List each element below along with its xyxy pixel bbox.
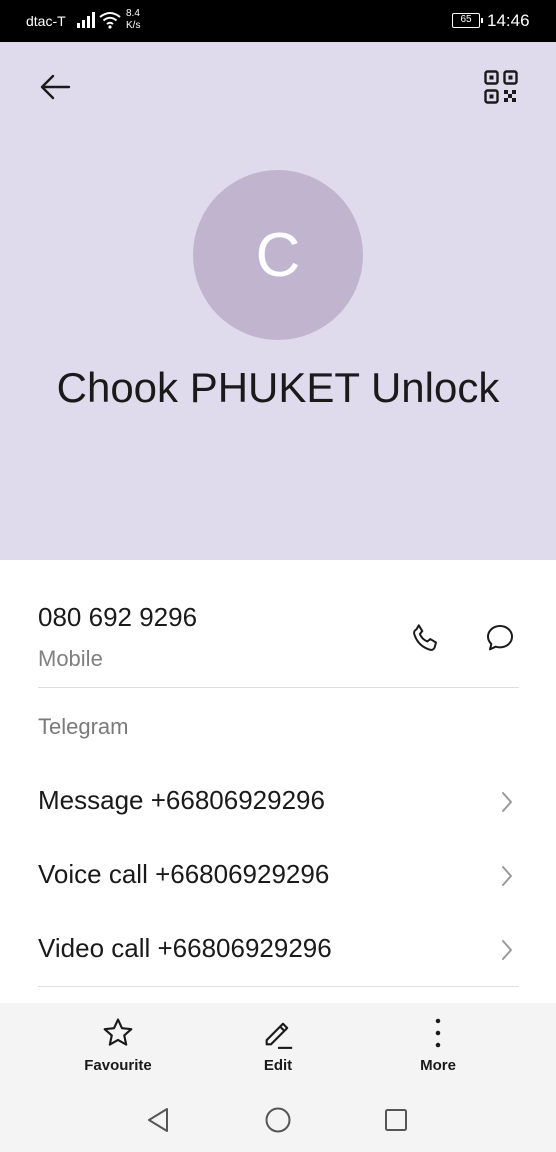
back-button[interactable]: [34, 66, 76, 108]
phone-row[interactable]: 080 692 9296 Mobile: [0, 560, 556, 688]
telegram-item-label: Message +66806929296: [38, 785, 325, 815]
divider: [38, 687, 519, 688]
chevron-right-icon: [500, 865, 514, 892]
avatar-initial: C: [255, 220, 301, 290]
square-recents-icon: [385, 1109, 407, 1131]
telegram-voice-call-item[interactable]: Voice call +66806929296: [0, 843, 556, 907]
edit-label: Edit: [263, 1057, 293, 1074]
network-speed-unit: K/s: [126, 20, 141, 31]
network-speed-value: 8.4: [126, 8, 140, 19]
favourite-button[interactable]: Favourite: [58, 1015, 178, 1081]
avatar: C: [193, 170, 363, 340]
phone-number: 080 692 9296: [38, 602, 198, 632]
more-button[interactable]: More: [378, 1015, 498, 1081]
chevron-right-icon: [500, 939, 514, 966]
action-bar: Favourite Edit More: [0, 1003, 556, 1088]
more-label: More: [420, 1057, 456, 1074]
phone-type: Mobile: [38, 646, 103, 671]
clock: 14:46: [487, 11, 530, 30]
section-title-telegram: Telegram: [38, 714, 129, 739]
telegram-item-label: Voice call +66806929296: [38, 859, 330, 889]
chevron-right-icon: [500, 791, 514, 818]
telegram-message-item[interactable]: Message +66806929296: [0, 769, 556, 833]
nav-back-button[interactable]: [140, 1102, 176, 1138]
arrow-left-icon: [40, 74, 71, 100]
contact-name: Chook PHUKET Unlock: [56, 364, 500, 411]
triangle-back-icon: [148, 1108, 168, 1132]
nav-home-button[interactable]: [260, 1102, 296, 1138]
signal-icon: [77, 12, 95, 33]
battery-icon: 65: [452, 13, 483, 28]
contact-header: C Chook PHUKET Unlock: [0, 42, 556, 560]
more-vertical-icon: [435, 1018, 441, 1048]
wifi-icon: [99, 11, 121, 34]
favourite-label: Favourite: [84, 1057, 152, 1074]
pencil-icon: [265, 1022, 293, 1049]
status-bar: dtac-T 8.4 K/s 65 14:46: [0, 0, 556, 42]
carrier-name: dtac-T: [26, 13, 66, 29]
nav-recents-button[interactable]: [378, 1102, 414, 1138]
navigation-bar: [0, 1088, 556, 1152]
message-button[interactable]: [478, 616, 522, 660]
divider: [38, 986, 519, 987]
edit-button[interactable]: Edit: [218, 1015, 338, 1081]
qr-code-icon: [484, 70, 518, 104]
qr-code-button[interactable]: [480, 66, 522, 108]
chat-bubble-icon: [487, 625, 513, 651]
star-icon: [103, 1018, 133, 1046]
circle-home-icon: [265, 1107, 291, 1133]
network-speed: 8.4 K/s: [126, 8, 140, 32]
telegram-video-call-item[interactable]: Video call +66806929296: [0, 917, 556, 981]
telegram-item-label: Video call +66806929296: [38, 933, 332, 963]
phone-icon: [413, 624, 437, 651]
call-button[interactable]: [404, 616, 448, 660]
